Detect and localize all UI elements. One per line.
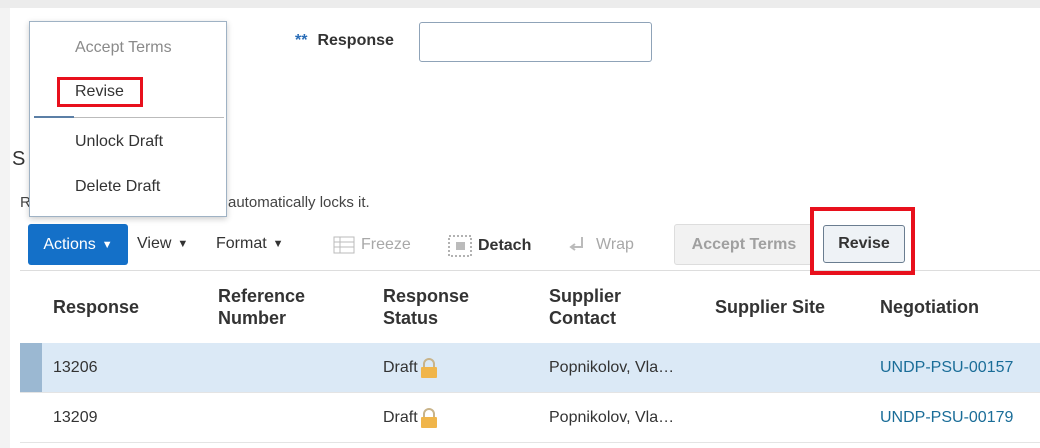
accept-terms-button[interactable]: Accept Terms [674, 224, 814, 265]
actions-dropdown-menu: Accept Terms Revise Unlock Draft Delete … [29, 21, 227, 217]
actions-label: Actions [43, 235, 96, 253]
freeze-button[interactable]: Freeze [333, 235, 411, 255]
row-selection-marker [20, 343, 42, 392]
highlight-box-toolbar-revise [810, 207, 915, 275]
highlight-box-menu-revise [57, 77, 143, 107]
detach-label: Detach [478, 237, 532, 254]
cell-supplier-contact: Popnikolov, Vla… [549, 358, 675, 376]
format-menu[interactable]: Format ▼ [216, 235, 284, 253]
status-label: Draft [383, 408, 418, 426]
table-header: Response Reference Number Response Statu… [20, 270, 1040, 344]
cell-negotiation-link[interactable]: UNDP-PSU-00157 [880, 343, 1013, 392]
column-header-response-status[interactable]: Response Status [383, 271, 503, 343]
response-search-input[interactable] [419, 22, 652, 62]
table-row[interactable]: 13209 Draft Popnikolov, Vla… UNDP-PSU-00… [20, 393, 1040, 443]
table-row[interactable]: 13206 Draft Popnikolov, Vla… UNDP-PSU-00… [20, 343, 1040, 393]
cell-status: Draft [383, 343, 438, 392]
caret-down-icon: ▼ [272, 238, 284, 250]
response-search-label: Response [317, 32, 394, 49]
wrap-button[interactable]: Wrap [568, 235, 634, 255]
section-help-text: automatically locks it. [228, 194, 370, 211]
freeze-icon [333, 236, 355, 254]
menu-item-accept-terms[interactable]: Accept Terms [75, 39, 172, 57]
column-header-supplier-contact[interactable]: Supplier Contact [549, 271, 659, 343]
column-header-reference-number[interactable]: Reference Number [218, 271, 338, 343]
required-marker: ** [295, 32, 308, 49]
cell-response: 13206 [53, 358, 98, 376]
cell-supplier-contact: Popnikolov, Vla… [549, 408, 675, 426]
view-menu[interactable]: View ▼ [137, 235, 188, 253]
actions-menu-button[interactable]: Actions ▼ [28, 224, 128, 265]
response-search-label-group: ** Response [295, 32, 394, 50]
detach-icon [448, 235, 472, 257]
status-label: Draft [383, 358, 418, 376]
freeze-label: Freeze [361, 236, 411, 253]
cell-status: Draft [383, 393, 438, 442]
cell-response: 13209 [53, 408, 98, 426]
menu-item-unlock-draft[interactable]: Unlock Draft [75, 133, 163, 151]
cell-negotiation-link[interactable]: UNDP-PSU-00179 [880, 393, 1013, 442]
wrap-icon [569, 237, 583, 251]
section-title: S [12, 148, 26, 170]
menu-separator-accent [34, 116, 74, 118]
view-label: View [137, 235, 172, 252]
column-header-supplier-site[interactable]: Supplier Site [715, 271, 825, 343]
top-band [0, 0, 1040, 8]
wrap-label: Wrap [596, 236, 634, 253]
detach-button[interactable]: Detach [448, 235, 531, 257]
caret-down-icon: ▼ [177, 238, 189, 250]
format-label: Format [216, 235, 267, 252]
lock-icon [420, 407, 437, 428]
column-header-negotiation[interactable]: Negotiation [880, 271, 979, 343]
menu-item-delete-draft[interactable]: Delete Draft [75, 178, 160, 196]
lock-icon [420, 357, 437, 378]
caret-down-icon: ▼ [101, 238, 113, 251]
column-header-response[interactable]: Response [53, 271, 139, 343]
